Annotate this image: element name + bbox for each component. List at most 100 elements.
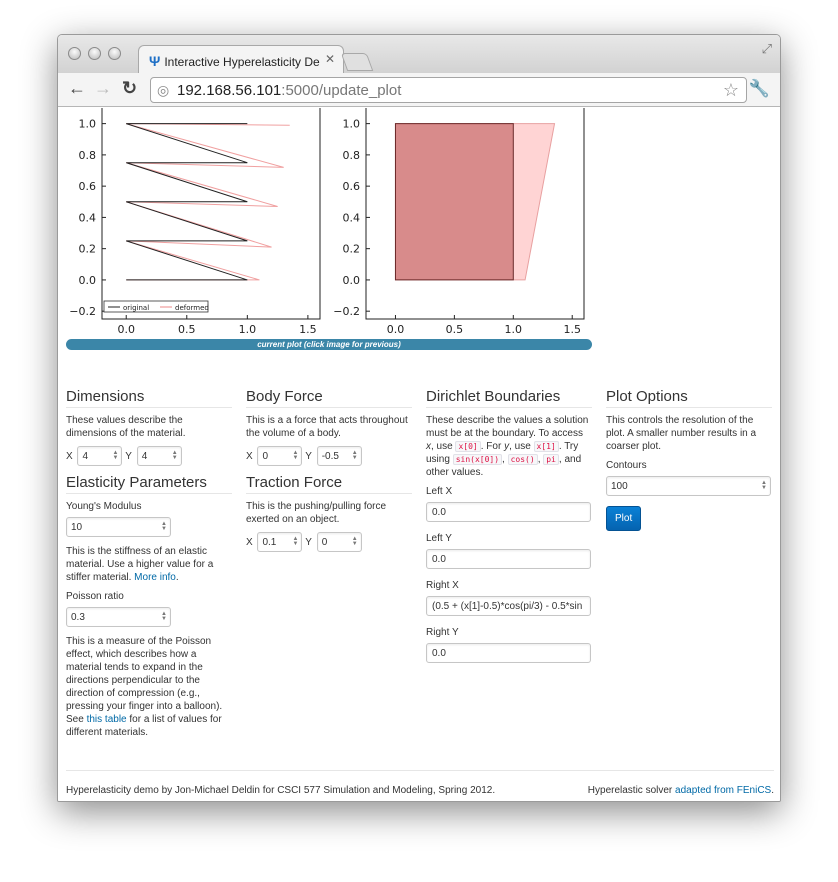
- dir-desc-3: . For: [480, 441, 502, 452]
- footer: Hyperelasticity demo by Jon-Michael Deld…: [66, 770, 774, 796]
- plot-button[interactable]: Plot: [606, 506, 642, 531]
- forces-column: Body Force This is a a force that acts t…: [246, 389, 412, 560]
- spinner-arrows-icon[interactable]: ▲ ▼: [352, 450, 358, 461]
- more-info-link[interactable]: More info: [134, 572, 176, 583]
- globe-icon: ◎: [157, 82, 170, 98]
- plot-caption[interactable]: current plot (click image for previous): [66, 339, 592, 350]
- body-y-input[interactable]: -0.5 ▲ ▼: [316, 446, 362, 466]
- y-tick-label: 0.4: [79, 211, 97, 224]
- dimensions-column: Dimensions These values describe the dim…: [66, 389, 232, 745]
- dim-x-value: 4: [82, 451, 89, 462]
- traction-y-value: 0: [321, 537, 328, 548]
- body-y-value: -0.5: [321, 451, 339, 462]
- dirichlet-desc: These describe the values a solution mus…: [426, 415, 589, 478]
- left-y-label: Left Y: [426, 533, 452, 544]
- fullscreen-icon[interactable]: ⤢: [762, 41, 772, 57]
- dim-y-value: 4: [141, 451, 148, 462]
- spinner-arrows-icon[interactable]: ▲ ▼: [293, 536, 299, 547]
- y-tick-label: 0.6: [79, 180, 97, 193]
- traction-y-label: Y: [305, 536, 312, 548]
- left-x-input[interactable]: 0.0: [426, 502, 591, 522]
- spinner-arrows-icon[interactable]: ▲ ▼: [293, 450, 299, 461]
- legend-original-label: original: [123, 304, 149, 312]
- x-tick-label: 0.0: [387, 323, 405, 336]
- browser-tab[interactable]: Ψ Interactive Hyperelasticity De ✕: [138, 45, 344, 74]
- wrench-icon[interactable]: 🔧: [749, 79, 770, 99]
- x-tick-label: 1.0: [505, 323, 523, 336]
- traction-x-input[interactable]: 0.1 ▲ ▼: [257, 532, 303, 552]
- address-bar[interactable]: ◎ 192.168.56.101:5000/update_plot ☆: [150, 77, 747, 103]
- reload-icon[interactable]: ↻: [122, 78, 137, 99]
- body-x-value: 0: [262, 451, 269, 462]
- x-tick-label: 0.5: [178, 323, 196, 336]
- traction-y-input[interactable]: 0 ▲ ▼: [316, 532, 362, 552]
- dim-y-input[interactable]: 4 ▲ ▼: [136, 446, 182, 466]
- spinner-arrows-icon[interactable]: ▲ ▼: [161, 521, 167, 532]
- browser-window: Ψ Interactive Hyperelasticity De ✕ ⤢ ← → …: [57, 34, 781, 802]
- traction-desc: This is the pushing/pulling force exerte…: [246, 501, 387, 525]
- this-table-link[interactable]: this table: [87, 714, 127, 725]
- spinner-arrows-icon[interactable]: ▲ ▼: [352, 536, 358, 547]
- minimize-window-button[interactable]: [88, 47, 101, 60]
- poisson-input[interactable]: 0.3 ▲ ▼: [66, 607, 171, 627]
- dir-desc-2: , use: [431, 441, 453, 452]
- left-x-label: Left X: [426, 486, 453, 497]
- spinner-arrows-icon[interactable]: ▲ ▼: [161, 611, 167, 622]
- psi-favicon-icon: Ψ: [149, 53, 161, 69]
- url-host: 192.168.56.101: [177, 82, 282, 99]
- body-x-label: X: [246, 450, 253, 462]
- code-x1: x[1]: [533, 441, 559, 452]
- young-value: 10: [71, 522, 83, 533]
- dimensions-fields: X 4 ▲ ▼ Y 4 ▲ ▼: [66, 446, 232, 466]
- contours-value: 100: [611, 481, 628, 492]
- left-y-input[interactable]: 0.0: [426, 549, 591, 569]
- new-tab-button[interactable]: [340, 53, 374, 71]
- x-tick-label: 1.5: [299, 323, 317, 336]
- traction-x-label: X: [246, 536, 253, 548]
- right-x-input[interactable]: (0.5 + (x[1]-0.5)*cos(pi/3) - 0.5*sin: [426, 596, 591, 616]
- tab-title: Interactive Hyperelasticity De: [164, 55, 320, 69]
- y-tick-label: 0.8: [343, 149, 361, 162]
- x-tick-label: 1.0: [239, 323, 256, 336]
- dim-x-input[interactable]: 4 ▲ ▼: [77, 446, 123, 466]
- tab-close-icon[interactable]: ✕: [325, 52, 335, 66]
- body-y-label: Y: [305, 450, 312, 462]
- page-content: 1.0 0.8 0.6 0.4 0.2 0.0 −0.2 0.0 0.5 1.0 1.5 origin…: [58, 108, 780, 801]
- close-window-button[interactable]: [68, 47, 81, 60]
- x-tick-label: 1.5: [563, 323, 581, 336]
- dimensions-desc: These values describe the dimensions of …: [66, 415, 186, 439]
- plot-options-heading: Plot Options: [606, 389, 772, 408]
- elasticity-heading: Elasticity Parameters: [66, 475, 232, 494]
- body-x-input[interactable]: 0 ▲ ▼: [257, 446, 303, 466]
- plot-area[interactable]: 1.0 0.8 0.6 0.4 0.2 0.0 −0.2 0.0 0.5 1.0 1.5 origin…: [58, 108, 598, 350]
- dim-y-label: Y: [125, 450, 132, 462]
- plot-options-desc: This controls the resolution of the plot…: [606, 415, 757, 452]
- spinner-arrows-icon[interactable]: ▲ ▼: [113, 450, 119, 461]
- contours-input[interactable]: 100 ▲ ▼: [606, 476, 771, 496]
- spinner-arrows-icon[interactable]: ▲ ▼: [761, 480, 767, 491]
- dirichlet-column: Dirichlet Boundaries These describe the …: [426, 389, 592, 673]
- bookmark-star-icon[interactable]: ☆: [723, 80, 739, 101]
- footer-solver-text: Hyperelastic solver: [587, 785, 673, 796]
- y-tick-label: 0.0: [79, 274, 97, 287]
- poisson-value: 0.3: [71, 612, 85, 623]
- dir-desc-4: , use: [509, 441, 531, 452]
- y-tick-label: 0.0: [343, 274, 361, 287]
- y-tick-label: 0.8: [79, 149, 97, 162]
- x-tick-label: 0.5: [446, 323, 464, 336]
- dim-x-label: X: [66, 450, 73, 462]
- y-tick-label: 1.0: [79, 118, 97, 131]
- fenics-link[interactable]: adapted from FEniCS: [675, 785, 771, 796]
- y-tick-label: −0.2: [69, 305, 96, 318]
- plot-image[interactable]: 1.0 0.8 0.6 0.4 0.2 0.0 −0.2 0.0 0.5 1.0 1.5 origin…: [58, 108, 598, 343]
- zoom-window-button[interactable]: [108, 47, 121, 60]
- dimensions-heading: Dimensions: [66, 389, 232, 408]
- y-tick-label: 0.2: [343, 243, 361, 256]
- right-y-input[interactable]: 0.0: [426, 643, 591, 663]
- forward-arrow-icon[interactable]: →: [94, 78, 112, 99]
- spinner-arrows-icon[interactable]: ▲ ▼: [172, 450, 178, 461]
- young-input[interactable]: 10 ▲ ▼: [66, 517, 171, 537]
- back-arrow-icon[interactable]: ←: [68, 78, 86, 99]
- poisson-label: Poisson ratio: [66, 591, 124, 602]
- young-desc: This is the stiffness of an elastic mate…: [66, 546, 214, 583]
